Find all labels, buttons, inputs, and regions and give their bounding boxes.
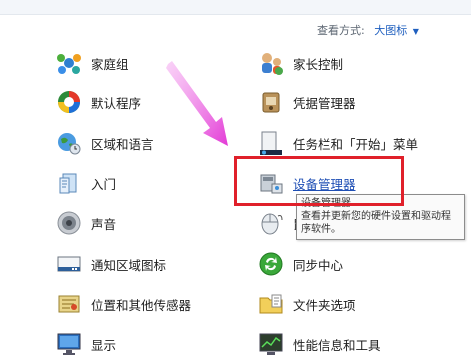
annotation-arrow-icon <box>166 61 228 146</box>
